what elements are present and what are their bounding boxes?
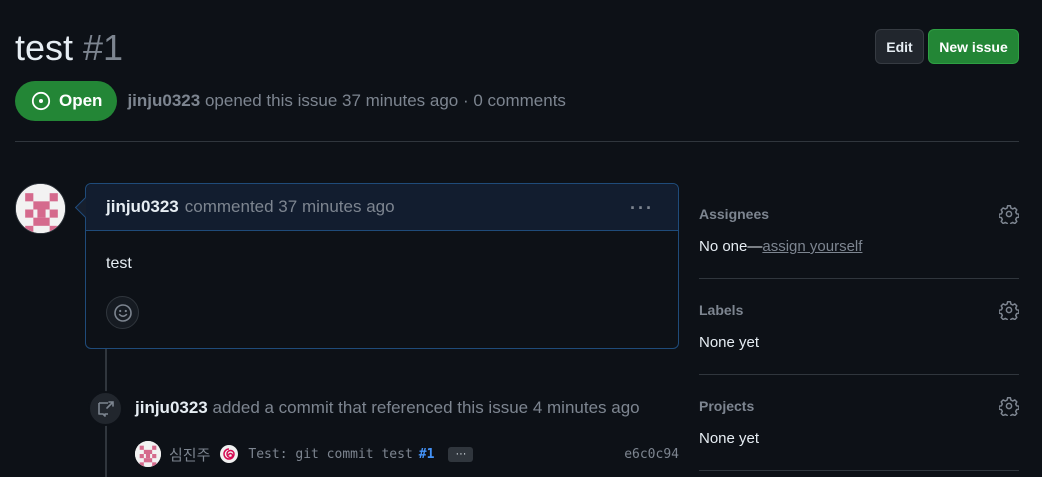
status-label: Open [59,91,103,110]
commit-author[interactable]: 심진주 [169,444,210,465]
comment-box: jinju0323 commented 37 minutes ago ··· t… [85,183,679,349]
smiley-icon [113,303,132,322]
timeline-event: jinju0323 added a commit that referenced… [135,398,640,418]
labels-gear-icon[interactable] [999,300,1019,320]
commit-message-link[interactable]: Test: git commit test [248,447,412,462]
event-text: added a commit that referenced this issu… [212,398,640,417]
status-badge: Open [15,81,118,121]
new-issue-button[interactable]: New issue [928,29,1019,64]
assignees-heading: Assignees [699,206,770,222]
issue-meta-detail: opened this issue 37 minutes ago · 0 com… [204,91,566,110]
identicon-avatar-small [135,441,161,467]
comment-menu-button[interactable]: ··· [630,198,654,219]
projects-gear-icon[interactable] [999,396,1019,416]
debian-swirl-icon [220,445,239,463]
comment-header: jinju0323 commented 37 minutes ago ··· [86,184,678,231]
issue-page: test #1 Edit New issue Open jinju0323 op… [0,0,1042,477]
issue-meta-text: jinju0323 opened this issue 37 minutes a… [127,91,565,111]
add-reaction-button[interactable] [106,296,139,329]
assignees-value: No one—assign yourself [699,238,862,255]
avatar[interactable] [15,183,66,234]
issue-author-link[interactable]: jinju0323 [127,91,200,110]
assign-yourself-link[interactable]: assign yourself [762,238,862,255]
assignees-gear-icon[interactable] [999,204,1019,224]
assignees-none-text: No one— [699,238,763,255]
issue-reference-link[interactable]: #1 [419,447,435,462]
comment-action-text: commented 37 minutes ago [184,197,395,216]
projects-section: Projects None yet [699,375,1019,471]
cross-reference-icon [88,391,123,426]
event-author-link[interactable]: jinju0323 [135,398,208,417]
commit-expand-button[interactable]: ··· [448,446,474,462]
comment-body: test [106,255,132,272]
labels-section: Labels None yet [699,279,1019,375]
issue-number: #1 [83,27,124,68]
labels-heading: Labels [699,302,744,318]
commit-row: 심진주 Test: git commit test #1 ··· e6c0c94 [135,441,679,467]
projects-heading: Projects [699,398,755,414]
projects-value: None yet [699,430,760,447]
comment-author-link[interactable]: jinju0323 [106,197,179,217]
labels-value: None yet [699,334,760,351]
assignees-section: Assignees No one—assign yourself [699,183,1019,279]
edit-button[interactable]: Edit [875,29,924,64]
commit-author-avatar[interactable] [135,441,161,467]
identicon-avatar [16,184,65,233]
issue-title-row: test #1 [15,26,123,70]
issue-sidebar: Assignees No one—assign yourself Labels … [699,183,1019,471]
header-divider [15,141,1019,142]
commit-sha-link[interactable]: e6c0c94 [624,447,679,462]
issue-opened-icon [31,91,51,111]
issue-meta: Open jinju0323 opened this issue 37 minu… [15,81,566,121]
issue-title: test [15,27,74,68]
